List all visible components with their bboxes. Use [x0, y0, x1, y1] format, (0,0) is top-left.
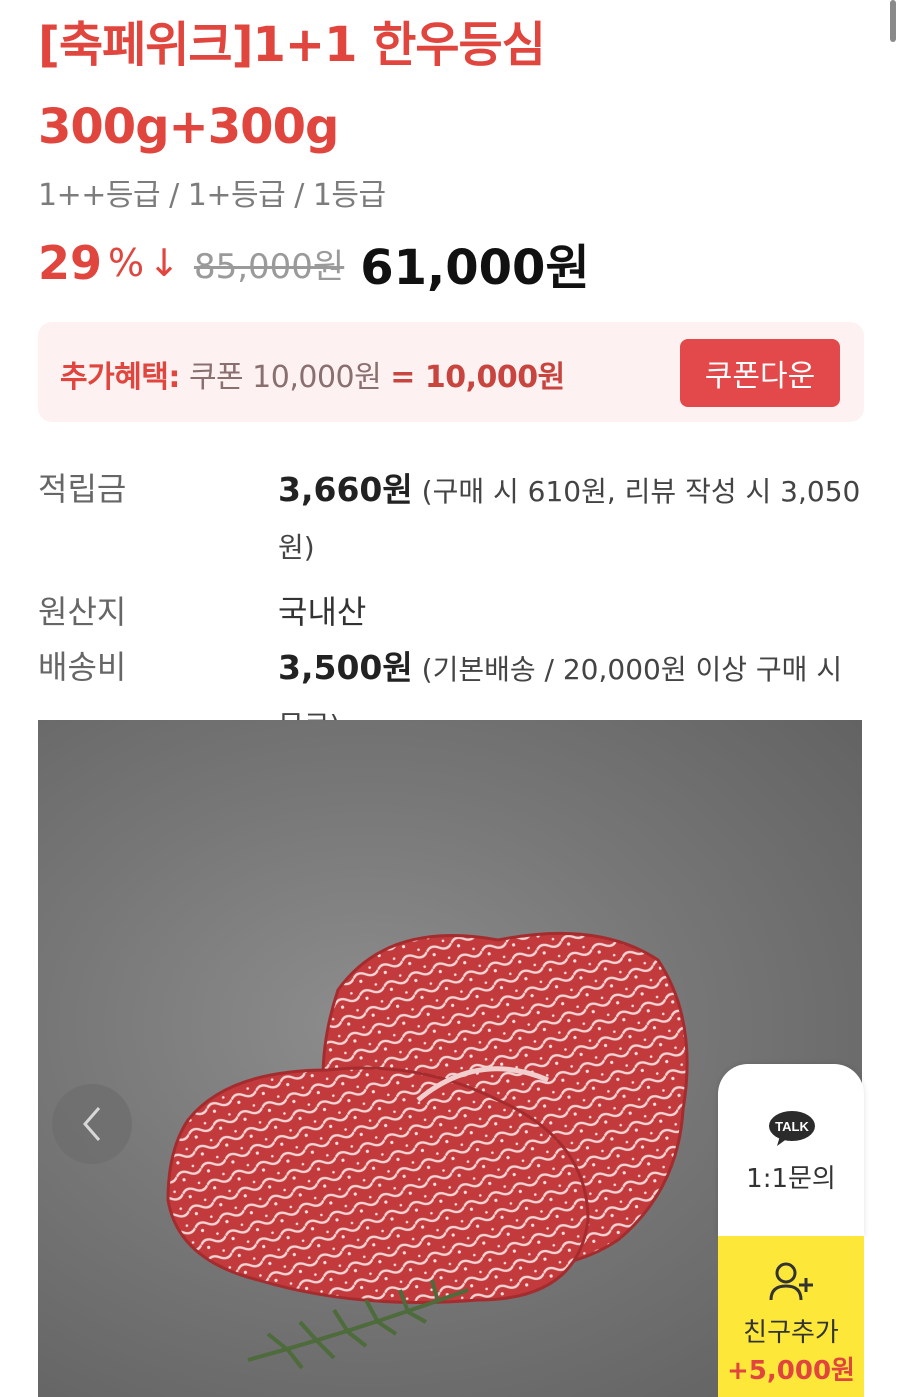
- price-row: 29 % ↓ 85,000원 61,000원: [38, 228, 590, 298]
- side-floating-panel: TALK 1:1문의 친구추가 +5,000원: [718, 1064, 864, 1397]
- kakao-talk-icon: TALK: [769, 1111, 815, 1146]
- friend-bonus: +5,000원: [727, 1356, 855, 1386]
- kakao-talk-inquiry-button[interactable]: TALK 1:1문의: [718, 1064, 864, 1236]
- info-row-points: 적립금 3,660원 (구매 시 610원, 리뷰 작성 시 3,050원): [38, 462, 864, 575]
- coupon-text: 추가혜택: 쿠폰 10,000원 = 10,000원: [60, 352, 565, 396]
- scrollbar[interactable]: [890, 0, 896, 42]
- points-value-cell: 3,660원 (구매 시 610원, 리뷰 작성 시 3,050원): [278, 462, 864, 575]
- talk-badge-text: TALK: [775, 1119, 809, 1134]
- prev-image-button[interactable]: [52, 1084, 132, 1164]
- product-info: 적립금 3,660원 (구매 시 610원, 리뷰 작성 시 3,050원) 원…: [38, 462, 864, 753]
- product-title-line1: [축페위크]1+1 한우등심: [38, 17, 546, 73]
- shipping-value: 3,500원: [278, 648, 413, 687]
- chevron-left-icon: [83, 1107, 101, 1141]
- discount-unit: %: [108, 241, 145, 285]
- arrow-down-icon: ↓: [148, 241, 180, 285]
- coupon-total: = 10,000원: [390, 360, 565, 395]
- friend-label: 친구추가: [743, 1318, 839, 1348]
- coupon-desc: 쿠폰 10,000원: [179, 360, 391, 395]
- origin-value: 국내산: [278, 593, 367, 631]
- add-friend-icon: [769, 1262, 813, 1301]
- origin-label: 원산지: [38, 593, 127, 631]
- coupon-label: 추가혜택:: [60, 360, 180, 395]
- product-title-line2: 300g+300g: [38, 99, 339, 155]
- points-value: 3,660원: [278, 470, 413, 509]
- product-title: [축페위크]1+1 한우등심 300g+300g: [38, 4, 858, 168]
- coupon-download-button[interactable]: 쿠폰다운: [680, 339, 840, 407]
- info-row-origin: 원산지 국내산: [38, 585, 864, 640]
- kakao-add-friend-button[interactable]: 친구추가 +5,000원: [718, 1236, 864, 1397]
- original-price: 85,000원: [193, 246, 345, 287]
- sale-price: 61,000원: [360, 240, 590, 296]
- coupon-benefit-box: 추가혜택: 쿠폰 10,000원 = 10,000원 쿠폰다운: [38, 322, 864, 422]
- points-label: 적립금: [38, 470, 127, 508]
- talk-label: 1:1문의: [746, 1164, 836, 1194]
- product-grades: 1++등급 / 1+등급 / 1등급: [38, 178, 386, 213]
- discount-percent: 29: [38, 236, 103, 290]
